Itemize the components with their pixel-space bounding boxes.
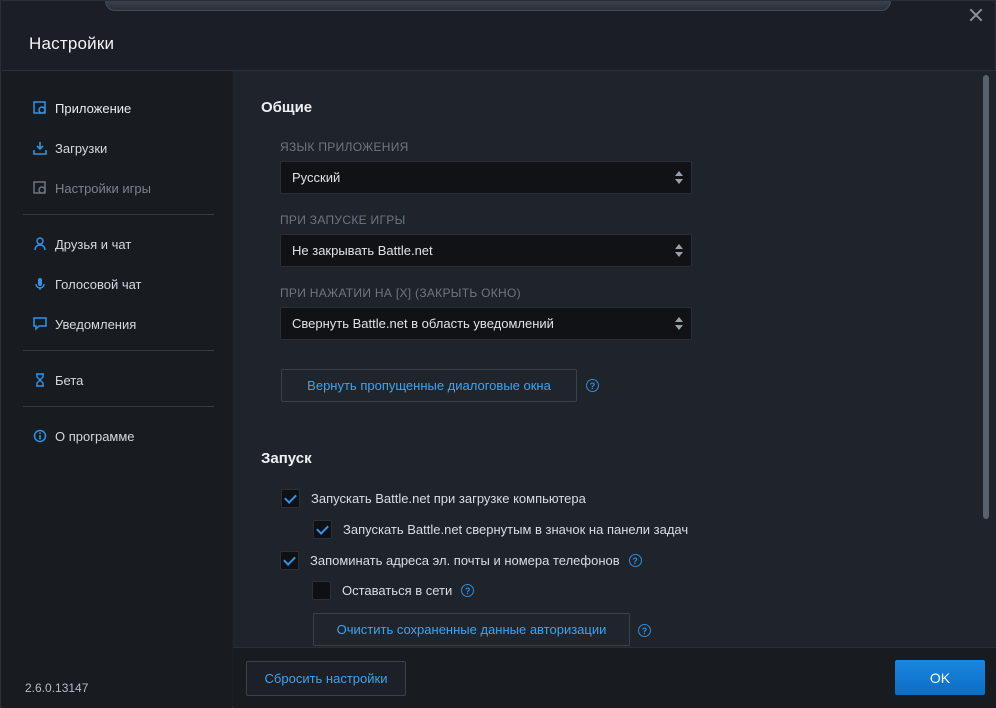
checkbox[interactable] — [313, 520, 332, 539]
select-arrows-icon — [675, 317, 683, 331]
microphone-icon — [33, 277, 47, 291]
checkbox-label: Запускать Battle.net свернутым в значок … — [343, 522, 689, 537]
language-value: Русский — [292, 170, 341, 185]
help-icon[interactable]: ? — [638, 624, 651, 637]
notification-icon — [33, 317, 47, 331]
section-title-startup: Запуск — [261, 450, 312, 467]
help-icon[interactable]: ? — [628, 554, 642, 567]
select-arrows-icon — [675, 244, 683, 258]
checkbox-label: Оставаться в сети — [342, 583, 453, 598]
help-icon[interactable]: ? — [461, 584, 475, 597]
checkbox-label: Запускать Battle.net при загрузке компью… — [311, 491, 586, 506]
sidebar-item-label: Приложение — [55, 100, 132, 116]
window-title: Настройки — [29, 34, 115, 53]
ok-button[interactable]: OK — [895, 660, 985, 695]
launch-game-select[interactable]: Не закрывать Battle.net — [280, 234, 692, 267]
sidebar-item-label: Настройки игры — [55, 180, 151, 196]
checkbox[interactable] — [312, 581, 331, 600]
sidebar-item-notifications[interactable]: Уведомления — [33, 314, 136, 334]
sidebar-item-friends-chat[interactable]: Друзья и чат — [33, 234, 131, 254]
app-version: 2.6.0.13147 — [25, 681, 89, 695]
sidebar-item-game-settings[interactable]: Настройки игры — [33, 178, 151, 198]
close-window-label: ПРИ НАЖАТИИ НА [X] (ЗАКРЫТЬ ОКНО) — [280, 286, 521, 300]
checkbox[interactable] — [280, 551, 299, 570]
sidebar-item-downloads[interactable]: Загрузки — [33, 138, 107, 158]
startup-option-autostart[interactable]: Запускать Battle.net при загрузке компью… — [281, 489, 586, 508]
checkbox[interactable] — [281, 489, 300, 508]
startup-option-remember-email[interactable]: Запоминать адреса эл. почты и номера тел… — [280, 551, 642, 570]
reset-settings-button[interactable]: Сбросить настройки — [246, 661, 406, 696]
language-select[interactable]: Русский — [280, 161, 692, 194]
sidebar-item-voice-chat[interactable]: Голосовой чат — [33, 274, 142, 294]
sidebar-divider — [23, 214, 214, 215]
scrollbar-thumb[interactable] — [983, 75, 989, 519]
startup-option-minimized[interactable]: Запускать Battle.net свернутым в значок … — [313, 520, 688, 539]
section-title-general: Общие — [261, 99, 313, 116]
startup-option-stay-online[interactable]: Оставаться в сети ? — [312, 581, 475, 600]
game-settings-icon — [33, 181, 47, 195]
sidebar-item-application[interactable]: Приложение — [33, 98, 131, 118]
download-icon — [33, 141, 47, 155]
sidebar-item-label: Голосовой чат — [55, 276, 142, 292]
sidebar: Приложение Загрузки Настройки игры Друзь… — [2, 71, 232, 708]
sidebar-item-label: Уведомления — [55, 316, 137, 332]
select-arrows-icon — [675, 171, 683, 185]
close-icon[interactable] — [969, 8, 983, 22]
launch-game-value: Не закрывать Battle.net — [292, 243, 433, 258]
close-window-select[interactable]: Свернуть Battle.net в область уведомлени… — [280, 307, 692, 340]
language-label: ЯЗЫК ПРИЛОЖЕНИЯ — [280, 140, 409, 154]
beta-flask-icon — [33, 373, 47, 387]
help-icon[interactable]: ? — [586, 379, 599, 392]
window-top-decoration — [105, 1, 891, 11]
sidebar-divider — [23, 350, 214, 351]
settings-window: Настройки Приложение Загрузки Настройки … — [0, 0, 996, 708]
app-settings-icon — [33, 101, 47, 115]
friends-icon — [33, 237, 47, 251]
info-icon — [33, 429, 47, 443]
sidebar-divider — [23, 406, 214, 407]
sidebar-item-about[interactable]: О программе — [33, 426, 135, 446]
sidebar-item-label: Бета — [55, 372, 84, 388]
settings-content: Общие ЯЗЫК ПРИЛОЖЕНИЯ Русский ПРИ ЗАПУСК… — [233, 71, 983, 647]
checkbox-label: Запоминать адреса эл. почты и номера тел… — [310, 553, 620, 568]
restore-dialogs-button[interactable]: Вернуть пропущенные диалоговые окна — [281, 369, 577, 402]
clear-auth-button[interactable]: Очистить сохраненные данные авторизации — [313, 613, 630, 646]
footer: Сбросить настройки OK — [233, 647, 996, 708]
sidebar-item-label: Друзья и чат — [55, 236, 132, 252]
sidebar-item-label: Загрузки — [55, 140, 108, 156]
sidebar-item-beta[interactable]: Бета — [33, 370, 83, 390]
sidebar-item-label: О программе — [55, 428, 135, 444]
close-window-value: Свернуть Battle.net в область уведомлени… — [292, 316, 554, 331]
launch-game-label: ПРИ ЗАПУСКЕ ИГРЫ — [280, 213, 406, 227]
